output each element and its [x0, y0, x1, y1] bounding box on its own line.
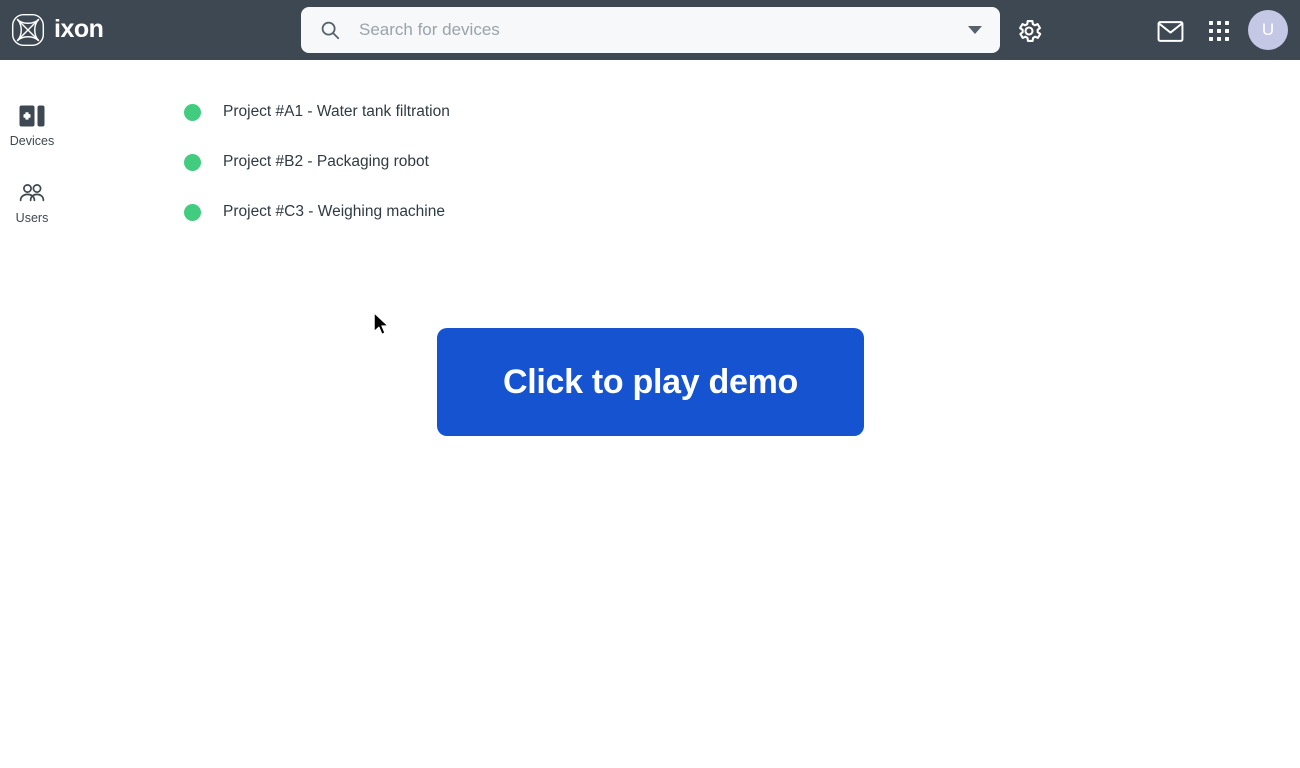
- app-header: ixon: [0, 0, 1300, 60]
- search-icon: [319, 19, 341, 41]
- list-item[interactable]: Project #B2 - Packaging robot: [184, 145, 450, 179]
- brand-logo[interactable]: ixon: [10, 12, 103, 48]
- chevron-down-icon[interactable]: [962, 17, 988, 43]
- status-badge: [184, 154, 201, 171]
- devices-icon: [19, 103, 45, 129]
- apps-grid-icon[interactable]: [1205, 17, 1233, 45]
- sidebar-item-label: Users: [16, 212, 49, 225]
- status-badge: [184, 204, 201, 221]
- sidebar: Devices Users: [0, 60, 64, 768]
- project-name: Project #B2 - Packaging robot: [223, 153, 429, 171]
- sidebar-item-label: Devices: [10, 135, 54, 148]
- status-badge: [184, 104, 201, 121]
- search-input[interactable]: [359, 20, 962, 40]
- list-item[interactable]: Project #A1 - Water tank filtration: [184, 95, 450, 129]
- project-name: Project #A1 - Water tank filtration: [223, 103, 450, 121]
- project-list: Project #A1 - Water tank filtration Proj…: [184, 95, 450, 245]
- avatar-initial: U: [1262, 20, 1274, 40]
- brand-name: ixon: [54, 17, 103, 44]
- sidebar-item-devices[interactable]: Devices: [0, 103, 64, 148]
- gear-icon[interactable]: [1014, 16, 1044, 46]
- play-demo-button[interactable]: Click to play demo: [437, 328, 864, 436]
- mouse-cursor: [373, 312, 391, 338]
- users-icon: [19, 180, 45, 206]
- list-item[interactable]: Project #C3 - Weighing machine: [184, 195, 450, 229]
- search-bar[interactable]: [301, 7, 1000, 53]
- project-name: Project #C3 - Weighing machine: [223, 203, 445, 221]
- avatar[interactable]: U: [1248, 10, 1288, 50]
- mail-icon[interactable]: [1156, 18, 1184, 44]
- sidebar-item-users[interactable]: Users: [0, 180, 64, 225]
- ixon-knot-logo-icon: [10, 12, 46, 48]
